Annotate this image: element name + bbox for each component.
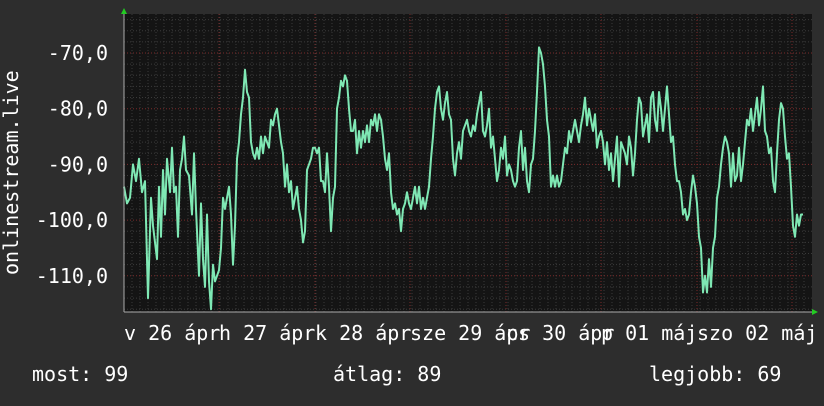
y-tick-label: -70,0 [48,41,108,65]
footer-average-value: átlag: 89 [333,362,442,386]
y-tick-label: -100,0 [36,208,108,232]
x-axis-arrow-icon [812,309,818,315]
x-tick-label: v 26 ápr [124,321,220,345]
x-tick-label: p 01 máj [601,321,697,345]
footer-best-value: legjobb: 69 [649,362,782,386]
y-axis-tick-labels: -70,0 -80,0 -90,0 -100,0 -110,0 [36,41,108,288]
y-tick-label: -80,0 [48,97,108,121]
x-tick-label: k 28 ápr [315,321,411,345]
x-tick-label: szo 02 máj [697,321,817,345]
y-tick-label: -90,0 [48,152,108,176]
x-tick-label: h 27 ápr [219,321,315,345]
y-axis-title: onlinestream.live [0,70,23,275]
y-tick-label: -110,0 [36,264,108,288]
x-axis-tick-labels: v 26 áprh 27 ápr k 28 áprsze 29 áprcs 30 … [124,321,817,345]
y-axis-arrow-icon [121,8,127,14]
line-chart: -70,0 -80,0 -90,0 -100,0 -110,0 v 26 áprh 27… [0,8,818,345]
x-tick-label: cs 30 ápr [506,321,614,345]
footer-current-value: most: 99 [32,362,129,386]
chart-panel: -70,0 -80,0 -90,0 -100,0 -110,0 v 26 ápr h 27… [0,0,824,402]
